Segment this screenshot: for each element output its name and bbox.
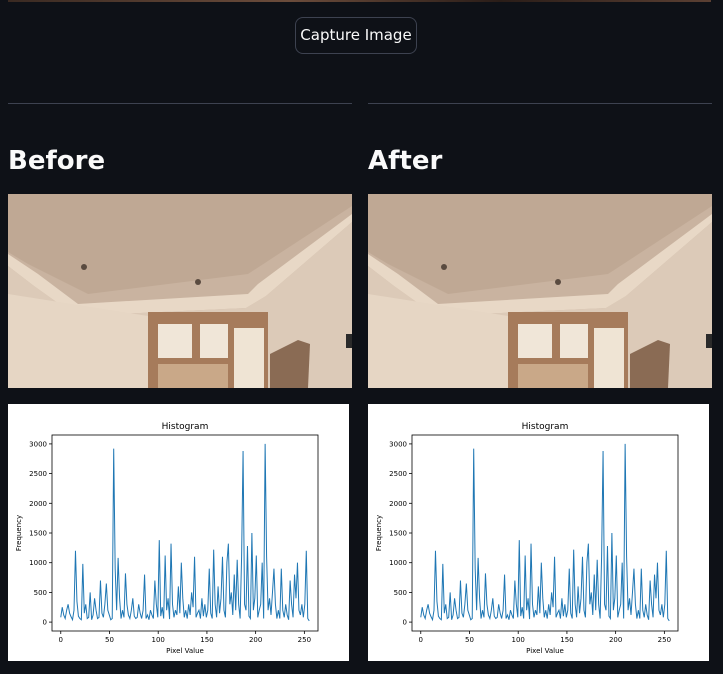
x-tick-label: 50 [465,636,474,644]
y-tick-label: 500 [34,589,47,597]
x-tick-label: 200 [249,636,262,644]
x-tick-label: 150 [200,636,213,644]
after-image [368,194,712,388]
y-tick-label: 500 [394,589,407,597]
divider [368,103,712,104]
histogram-series-line [420,443,670,622]
after-histogram-chart: Histogram 0 50 100 150 200 250 0 500 1000 1500 2000… [368,404,709,661]
y-tick-label: 0 [43,619,47,627]
axes-frame [411,434,679,632]
y-tick-label: 1000 [29,559,47,567]
after-heading: After [368,146,443,176]
x-tick-label: 250 [298,636,311,644]
y-axis-label: Frequency [375,515,383,551]
x-axis-label: Pixel Value [526,647,564,655]
x-tick-label: 100 [512,636,525,644]
x-tick-label: 200 [609,636,622,644]
x-tick-label: 50 [105,636,114,644]
after-column: After Histogram 0 50 100 150 200 250 0 500 1000 15… [368,0,712,674]
x-axis-label: Pixel Value [166,647,204,655]
y-tick-label: 2500 [389,470,407,478]
y-tick-label: 2500 [29,470,47,478]
y-tick-label: 3000 [29,440,47,448]
before-heading: Before [8,146,106,176]
chart-title: Histogram [162,422,209,432]
y-tick-label: 1000 [389,559,407,567]
y-axis-label: Frequency [15,515,23,551]
divider [8,103,352,104]
histogram-series-line [60,443,310,622]
y-tick-label: 2000 [29,500,47,508]
x-tick-label: 100 [152,636,165,644]
before-column: Before Histogram 0 50 100 150 200 250 0 500 1000 1… [8,0,352,674]
before-image [8,194,352,388]
x-tick-label: 150 [560,636,573,644]
axes-frame [51,434,319,632]
before-histogram-chart: Histogram 0 50 100 150 200 250 0 500 1000 1500 2000… [8,404,349,661]
y-tick-label: 0 [403,619,407,627]
x-tick-label: 0 [419,636,423,644]
chart-title: Histogram [522,422,569,432]
y-tick-label: 2000 [389,500,407,508]
y-tick-label: 1500 [29,530,47,538]
y-tick-label: 3000 [389,440,407,448]
x-tick-label: 0 [59,636,63,644]
x-tick-label: 250 [658,636,671,644]
y-tick-label: 1500 [389,530,407,538]
